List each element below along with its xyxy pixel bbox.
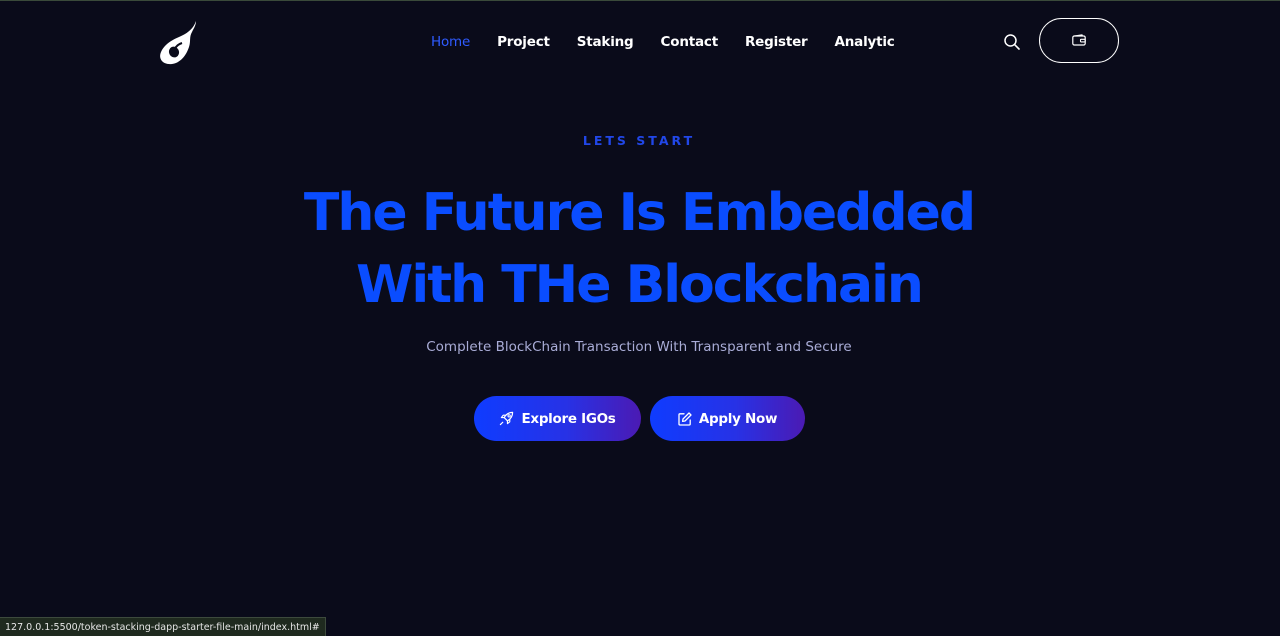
hero-subtitle: Complete BlockChain Transaction With Tra… (426, 339, 852, 355)
nav-item-contact[interactable]: Contact (661, 32, 719, 52)
hero-eyebrow: LETS START (582, 133, 696, 148)
explore-igos-label: Explore IGOs (521, 410, 616, 427)
hero-headline-line1: The Future Is Embedded (303, 183, 976, 243)
nav-item-home[interactable]: Home (431, 32, 470, 52)
flame-logo-icon[interactable] (158, 19, 200, 65)
page: Home Project Staking Contact Register An… (0, 0, 1280, 636)
rocket-icon (499, 411, 514, 426)
apply-now-button[interactable]: Apply Now (650, 396, 805, 441)
search-icon[interactable] (1003, 33, 1021, 51)
hero-headline: The Future Is Embedded With THe Blockcha… (0, 177, 1278, 321)
main-nav: Home Project Staking Contact Register An… (431, 32, 922, 52)
explore-igos-button[interactable]: Explore IGOs (474, 396, 641, 441)
wallet-button[interactable] (1039, 18, 1119, 63)
nav-item-register[interactable]: Register (745, 32, 808, 52)
nav-item-project[interactable]: Project (497, 32, 550, 52)
browser-status-url: 127.0.0.1:5500/token-stacking-dapp-start… (0, 617, 326, 636)
nav-item-staking[interactable]: Staking (577, 32, 634, 52)
edit-icon (678, 411, 692, 426)
wallet-icon (1072, 31, 1086, 50)
hero-headline-line2: With THe Blockchain (356, 255, 924, 315)
apply-now-label: Apply Now (698, 410, 778, 427)
nav-item-analytic[interactable]: Analytic (835, 32, 895, 52)
